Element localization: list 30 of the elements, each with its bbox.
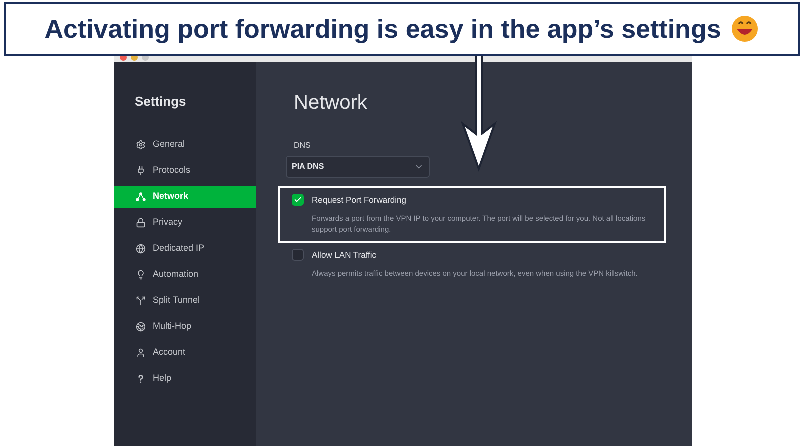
sidebar-item[interactable]: Automation (114, 264, 256, 286)
split-icon (136, 296, 146, 306)
earth-icon (136, 322, 146, 332)
lock-icon (136, 218, 146, 228)
sidebar-item[interactable]: General (114, 134, 256, 156)
sidebar-item[interactable]: Privacy (114, 212, 256, 234)
sidebar-item[interactable]: Help (114, 368, 256, 390)
smiling-emoji-icon (731, 15, 760, 43)
check-icon (294, 196, 302, 204)
sidebar-item[interactable]: Protocols (114, 160, 256, 182)
sidebar-title: Settings (134, 93, 188, 111)
plug-icon (136, 166, 146, 176)
option-label: Request Port Forwarding (312, 194, 406, 207)
sidebar-item[interactable]: Dedicated IP (114, 238, 256, 260)
sidebar-item[interactable]: Account (114, 342, 256, 364)
page-title: Network (293, 91, 368, 116)
globe-icon (136, 244, 146, 254)
option-label: Allow LAN Traffic (312, 248, 377, 262)
user-icon (136, 348, 146, 358)
network-icon (136, 192, 146, 202)
sidebar-item[interactable]: Multi-Hop (114, 316, 256, 338)
sidebar-item[interactable]: Split Tunnel (114, 290, 256, 312)
dns-label: DNS (293, 140, 312, 152)
help-icon (136, 374, 146, 384)
gear-icon (136, 140, 146, 150)
caption-text: Activating port forwarding is easy in the app’s settings (44, 12, 722, 46)
checkbox[interactable] (292, 249, 304, 262)
lightbulb-icon (136, 270, 146, 280)
checkbox[interactable] (292, 194, 304, 206)
dns-dropdown[interactable]: PIA DNS (286, 156, 430, 178)
